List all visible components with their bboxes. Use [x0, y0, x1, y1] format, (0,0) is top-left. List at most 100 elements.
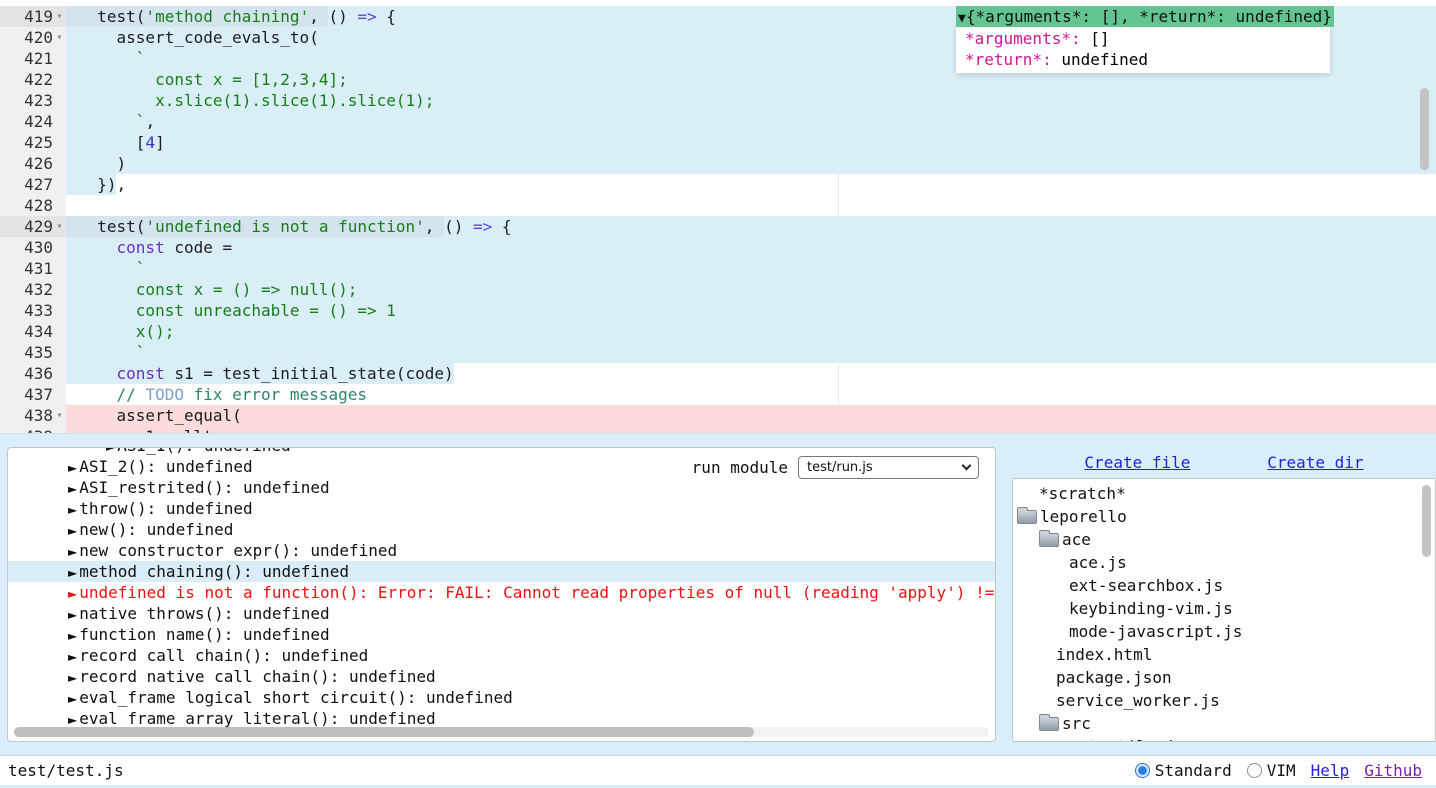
- help-link[interactable]: Help: [1311, 761, 1350, 780]
- test-result-row[interactable]: ►method chaining(): undefined: [8, 561, 995, 582]
- code-line[interactable]: 430 const code =: [0, 237, 1436, 258]
- expand-arrow-icon[interactable]: ►: [68, 713, 77, 727]
- create-dir-link[interactable]: Create dir: [1267, 453, 1363, 472]
- code-line[interactable]: 435 `: [0, 342, 1436, 363]
- test-result-row[interactable]: ►new(): undefined: [8, 519, 995, 540]
- file-tree-item[interactable]: ext-searchbox.js: [1013, 574, 1435, 597]
- code-segment: test('undefined is not a function',: [78, 216, 444, 237]
- expand-arrow-icon[interactable]: ►: [68, 566, 77, 580]
- code-line[interactable]: 432 const x = () => null();: [0, 279, 1436, 300]
- github-link[interactable]: Github: [1364, 761, 1422, 780]
- keybinding-standard-radio[interactable]: Standard: [1135, 761, 1232, 780]
- expand-arrow-icon[interactable]: ►: [68, 650, 77, 664]
- code-line-text: s1.calltree...: [66, 426, 1436, 434]
- file-tree-item[interactable]: *scratch*: [1013, 482, 1435, 505]
- radio-selected-icon[interactable]: [1135, 763, 1150, 778]
- code-token: const x = () => null();: [136, 280, 358, 299]
- code-token: [78, 364, 117, 383]
- expand-arrow-icon[interactable]: ►: [68, 629, 77, 643]
- fold-spacer: [53, 279, 66, 300]
- expand-arrow-icon[interactable]: ►: [68, 671, 77, 685]
- file-tree-item[interactable]: index.html: [1013, 643, 1435, 666]
- file-tree-item[interactable]: ast_utils.js: [1013, 735, 1435, 742]
- code-token: const: [117, 238, 165, 257]
- expand-arrow-icon[interactable]: ►: [68, 545, 77, 559]
- tooltip-body: *arguments*: []*return*: undefined: [956, 27, 1330, 73]
- code-line[interactable]: 436 const s1 = test_initial_state(code): [0, 363, 1436, 384]
- code-line[interactable]: 424 `,: [0, 111, 1436, 132]
- fold-arrow-icon[interactable]: ▾: [53, 216, 66, 237]
- editor-scrollbar[interactable]: [1420, 88, 1429, 170]
- code-line[interactable]: 433 const unreachable = () => 1: [0, 300, 1436, 321]
- test-result-row[interactable]: ►new constructor expr(): undefined: [8, 540, 995, 561]
- keybinding-vim-label: VIM: [1267, 761, 1296, 780]
- radio-unselected-icon[interactable]: [1247, 763, 1262, 778]
- test-result-row[interactable]: ►function name(): undefined: [8, 624, 995, 645]
- test-result-label: ASI_2(): undefined: [79, 457, 252, 476]
- test-result-row[interactable]: ►eval_frame logical short circuit(): und…: [8, 687, 995, 708]
- fold-arrow-icon[interactable]: ▾: [53, 27, 66, 48]
- file-tree-item[interactable]: service_worker.js: [1013, 689, 1435, 712]
- code-editor[interactable]: 419▾ test('method chaining', () => {420▾…: [0, 0, 1436, 434]
- results-horizontal-scrollbar[interactable]: [14, 727, 989, 737]
- file-tree-scrollbar[interactable]: [1422, 485, 1431, 557]
- expand-arrow-icon[interactable]: ►: [106, 448, 115, 454]
- file-tree-item[interactable]: ace.js: [1013, 551, 1435, 574]
- code-token: (): [328, 7, 357, 26]
- line-number: 433: [0, 300, 53, 321]
- test-result-label: native throws(): undefined: [79, 604, 329, 623]
- code-line[interactable]: 434 x();: [0, 321, 1436, 342]
- code-line[interactable]: 437 // TODO fix error messages: [0, 384, 1436, 405]
- code-line[interactable]: 426 ): [0, 153, 1436, 174]
- file-tree-item[interactable]: mode-javascript.js: [1013, 620, 1435, 643]
- keybinding-vim-radio[interactable]: VIM: [1247, 761, 1296, 780]
- create-file-link[interactable]: Create file: [1084, 453, 1190, 472]
- code-line-text: // TODO fix error messages: [66, 384, 1436, 405]
- expand-arrow-icon[interactable]: ►: [68, 482, 77, 496]
- code-token: test(: [78, 217, 145, 236]
- code-line[interactable]: 427 }),: [0, 174, 1436, 195]
- file-tree-item[interactable]: src: [1013, 712, 1435, 735]
- test-result-row[interactable]: ►throw(): undefined: [8, 498, 995, 519]
- code-line[interactable]: 438▾ assert_equal(: [0, 405, 1436, 426]
- test-result-row[interactable]: ►ASI_restrited(): undefined: [8, 477, 995, 498]
- tooltip-header[interactable]: ▼{*arguments*: [], *return*: undefined}: [956, 6, 1334, 27]
- expand-arrow-icon[interactable]: ►: [68, 503, 77, 517]
- collapse-triangle-icon[interactable]: ▼: [958, 11, 966, 26]
- line-number-gutter: 425: [0, 132, 66, 153]
- fold-arrow-icon[interactable]: ▾: [53, 405, 66, 426]
- test-result-row[interactable]: ►record call chain(): undefined: [8, 645, 995, 666]
- code-line[interactable]: 425 [4]: [0, 132, 1436, 153]
- expand-arrow-icon[interactable]: ►: [68, 692, 77, 706]
- code-line[interactable]: 428: [0, 195, 1436, 216]
- folder-icon: [1039, 717, 1059, 731]
- file-tree-item[interactable]: keybinding-vim.js: [1013, 597, 1435, 620]
- file-tree-item[interactable]: leporello: [1013, 505, 1435, 528]
- code-token: [78, 385, 117, 404]
- test-result-row[interactable]: ►ASI_1(): undefined: [8, 448, 995, 456]
- test-result-row[interactable]: ►undefined is not a function(): Error: F…: [8, 582, 995, 603]
- line-number-gutter: 423: [0, 90, 66, 111]
- code-line[interactable]: 431 `: [0, 258, 1436, 279]
- test-result-row[interactable]: ►record native call chain(): undefined: [8, 666, 995, 687]
- code-line[interactable]: 439 s1.calltree...: [0, 426, 1436, 434]
- code-line[interactable]: 423 x.slice(1).slice(1).slice(1);: [0, 90, 1436, 111]
- code-line-text: }),: [66, 174, 1436, 195]
- file-tree-item[interactable]: ace: [1013, 528, 1435, 551]
- line-number: 435: [0, 342, 53, 363]
- expand-arrow-icon[interactable]: ►: [68, 524, 77, 538]
- code-token: s1.calltree...: [78, 427, 271, 434]
- run-module-select[interactable]: test/run.js: [798, 456, 979, 479]
- expand-arrow-icon[interactable]: ►: [68, 608, 77, 622]
- test-result-row[interactable]: ►eval_frame array_literal(): undefined: [8, 708, 995, 729]
- current-file-path: test/test.js: [8, 761, 124, 780]
- test-result-row[interactable]: ►native throws(): undefined: [8, 603, 995, 624]
- code-line[interactable]: 429▾ test('undefined is not a function',…: [0, 216, 1436, 237]
- fold-arrow-icon[interactable]: ▾: [53, 6, 66, 27]
- scrollbar-thumb[interactable]: [14, 727, 754, 737]
- file-tree-item[interactable]: package.json: [1013, 666, 1435, 689]
- line-number-gutter: 432: [0, 279, 66, 300]
- expand-arrow-icon[interactable]: ►: [68, 587, 77, 601]
- expand-arrow-icon[interactable]: ►: [68, 461, 77, 475]
- status-bar: test/test.js Standard VIM Help Github: [0, 755, 1436, 785]
